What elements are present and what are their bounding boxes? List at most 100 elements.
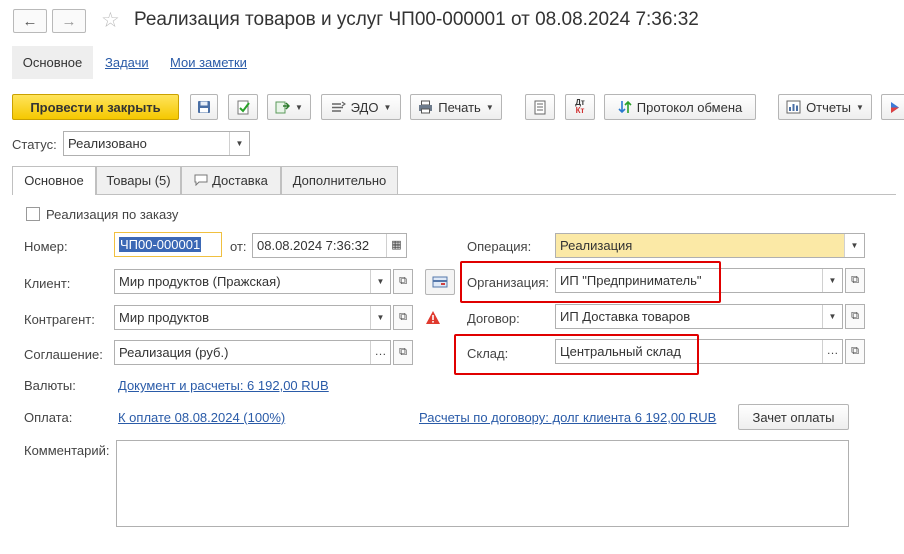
by-order-checkbox[interactable] [26,207,40,221]
chevron-down-icon[interactable]: ▼ [370,270,390,293]
chevron-down-icon[interactable]: ▼ [844,234,864,257]
debit-credit-icon: Дт Кт [575,98,585,115]
doc-tab-extra[interactable]: Дополнительно [281,166,398,194]
create-based-on-button[interactable]: ▼ [267,94,311,120]
annotation-box-warehouse [454,334,699,375]
select-dots-icon[interactable]: … [822,340,842,363]
doc-tab-goods[interactable]: Товары (5) [96,166,181,194]
list-button[interactable] [525,94,555,120]
chevron-down-icon: ▼ [856,102,864,112]
number-input[interactable]: ЧП00-000001 [114,232,222,257]
currency-label: Валюты: [24,378,76,393]
tab-main[interactable]: Основное [12,46,93,79]
client-card-button[interactable] [425,269,455,295]
post-button[interactable] [228,94,258,120]
from-label: от: [230,239,247,254]
card-icon [432,276,448,288]
comment-textarea[interactable] [116,440,849,527]
contract-open-button[interactable]: ⧉ [845,304,865,329]
currency-link[interactable]: Документ и расчеты: 6 192,00 RUB [118,378,329,393]
save-button[interactable] [190,94,218,120]
forward-button[interactable]: → [52,9,86,33]
contract-label: Договор: [467,311,520,326]
chevron-down-icon[interactable]: ▼ [822,269,842,292]
favorite-star-icon[interactable]: ☆ [101,8,120,33]
back-button[interactable]: ← [13,9,47,33]
edo-button[interactable]: ЭДО ▼ [321,94,401,120]
doc-tab-delivery[interactable]: Доставка [181,166,281,194]
chevron-down-icon: ▼ [229,132,249,155]
doc-tab-main[interactable]: Основное [12,166,96,195]
comment-label: Комментарий: [24,443,110,458]
offset-payment-button[interactable]: Зачет оплаты [738,404,849,430]
contract-input[interactable]: ИП Доставка товаров ▼ [555,304,843,329]
print-label: Печать [438,99,481,115]
open-window-icon: ⧉ [399,275,407,287]
agreement-label: Соглашение: [24,347,103,362]
comment-icon [194,174,208,187]
contractor-value: Мир продуктов [119,310,210,325]
exchange-log-label: Протокол обмена [636,99,743,115]
chevron-down-icon: ▼ [383,102,392,112]
chevron-down-icon[interactable]: ▼ [370,306,390,329]
doc-tab-delivery-label: Доставка [212,173,268,188]
select-dots-icon[interactable]: … [370,341,390,364]
print-button[interactable]: Печать ▼ [410,94,502,120]
payment-link[interactable]: К оплате 08.08.2024 (100%) [118,410,285,425]
number-label: Номер: [24,239,68,254]
reports-button[interactable]: Отчеты ▼ [778,94,872,120]
calendar-icon[interactable]: ▦ [386,234,406,257]
client-value: Мир продуктов (Пражская) [119,274,281,289]
warehouse-open-button[interactable]: ⧉ [845,339,865,364]
post-document-icon [237,100,250,114]
date-input[interactable]: 08.08.2024 7:36:32 ▦ [252,233,407,258]
tab-tasks[interactable]: Задачи [105,46,149,79]
exchange-icon [618,100,632,114]
create-based-icon [275,101,291,113]
status-select[interactable]: Реализовано ▼ [63,131,250,156]
client-input[interactable]: Мир продуктов (Пражская) ▼ [114,269,391,294]
by-order-label: Реализация по заказу [46,207,179,222]
client-open-button[interactable]: ⧉ [393,269,413,294]
floppy-icon [198,101,210,113]
contractor-input[interactable]: Мир продуктов ▼ [114,305,391,330]
play-colored-icon [891,101,899,113]
payment-label: Оплата: [24,410,73,425]
settlement-link[interactable]: Расчеты по договору: долг клиента 6 192,… [419,410,716,425]
contract-value: ИП Доставка товаров [560,309,691,324]
reports-label: Отчеты [806,99,851,115]
more-button[interactable] [881,94,904,120]
chevron-down-icon[interactable]: ▼ [822,305,842,328]
status-value: Реализовано [68,136,147,151]
edo-label: ЭДО [350,99,379,115]
reports-icon [786,100,801,114]
organization-open-button[interactable]: ⧉ [845,268,865,293]
post-and-close-button[interactable]: Провести и закрыть [12,94,179,120]
date-value: 08.08.2024 7:36:32 [257,238,370,253]
status-label: Статус: [12,137,57,152]
agreement-open-button[interactable]: ⧉ [393,340,413,365]
tab-notes[interactable]: Мои заметки [170,46,247,79]
debit-credit-button[interactable]: Дт Кт [565,94,595,120]
warning-icon[interactable] [425,310,441,325]
client-label: Клиент: [24,276,71,291]
chevron-down-icon: ▼ [295,102,303,112]
open-window-icon: ⧉ [851,345,859,357]
printer-icon [419,100,433,114]
contractor-open-button[interactable]: ⧉ [393,305,413,330]
operation-label: Операция: [467,239,532,254]
number-value: ЧП00-000001 [119,237,202,252]
exchange-log-button[interactable]: Протокол обмена [604,94,756,120]
operation-select[interactable]: Реализация ▼ [555,233,865,258]
tabs-divider [12,194,896,195]
agreement-value: Реализация (руб.) [119,345,229,360]
open-window-icon: ⧉ [851,310,859,322]
list-icon [534,100,546,114]
open-window-icon: ⧉ [851,274,859,286]
page-title: Реализация товаров и услуг ЧП00-000001 о… [134,9,699,30]
agreement-input[interactable]: Реализация (руб.) … [114,340,391,365]
edo-icon [331,101,346,112]
chevron-down-icon: ▼ [485,102,494,112]
contractor-label: Контрагент: [24,312,95,327]
arrow-right-icon: → [61,12,77,30]
